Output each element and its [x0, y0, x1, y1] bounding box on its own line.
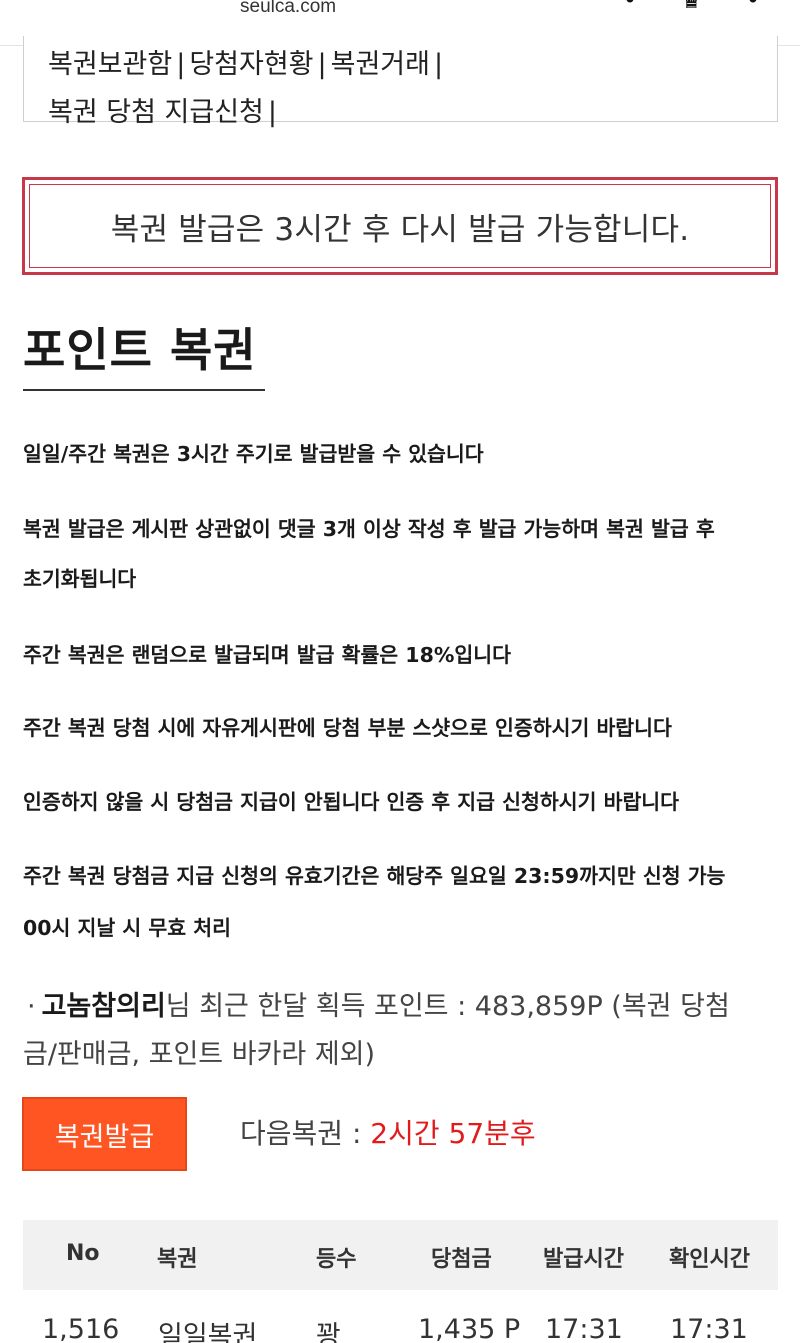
cell-prize: 1,435 P	[418, 1314, 521, 1343]
title-underline	[23, 389, 265, 391]
next-lottery-label: 다음복권 :	[240, 1117, 371, 1150]
column-header-prize: 당첨금	[431, 1247, 492, 1272]
rule-text: 초기화됩니다	[23, 567, 137, 591]
points-summary-text: 님 최근 한달 획득 포인트 : 483,859P (복권 당첨	[165, 991, 730, 1022]
cell-rank: 꽝	[316, 1321, 341, 1343]
menu-separator: |	[434, 49, 444, 80]
site-domain: seulca.com	[240, 0, 337, 17]
sub-menu: 복권보관함 | 당첨자현황 | 복권거래 | 복권 당첨 지급신청 |	[23, 36, 778, 128]
cell-issued-time: 17:31	[545, 1314, 623, 1343]
header-icons: • ♛ •	[623, 0, 760, 14]
points-summary: · 고놈참의리님 최근 한달 획득 포인트 : 483,859P (복권 당첨	[23, 984, 783, 1023]
column-header-checked-time: 확인시간	[669, 1247, 750, 1272]
menu-item-winners[interactable]: 당첨자현황	[189, 49, 313, 80]
notice-box: 복권 발급은 3시간 후 다시 발급 가능합니다.	[22, 177, 778, 275]
column-header-no: No	[66, 1241, 100, 1266]
user-icon[interactable]: •	[623, 0, 637, 14]
rule-text: 일일/주간 복권은 3시간 주기로 발급받을 수 있습니다	[23, 442, 484, 466]
crown-icon[interactable]: ♛	[681, 0, 703, 14]
page-title: 포인트 복권	[23, 323, 257, 377]
rule-text: 00시 지날 시 무효 처리	[23, 916, 231, 940]
sub-menu-row: 복권 당첨 지급신청 |	[48, 90, 281, 129]
next-lottery-countdown: 2시간 57분후	[370, 1117, 536, 1150]
menu-item-payout-request[interactable]: 복권 당첨 지급신청	[48, 97, 264, 128]
rule-text: 주간 복권은 랜덤으로 발급되며 발급 확률은 18%입니다	[23, 643, 511, 667]
menu-separator: |	[267, 97, 277, 128]
menu-separator: |	[176, 49, 186, 80]
menu-separator: |	[317, 49, 327, 80]
cell-lottery: 일일복권	[158, 1321, 258, 1343]
menu-icon[interactable]: •	[746, 0, 760, 14]
table-header: No 복권 등수 당첨금 발급시간 확인시간	[23, 1220, 778, 1290]
bullet: ·	[27, 991, 36, 1022]
sub-menu-row: 복권보관함 | 당첨자현황 | 복권거래 |	[48, 42, 447, 81]
notice-inner: 복권 발급은 3시간 후 다시 발급 가능합니다.	[29, 184, 771, 268]
cell-checked-time: 17:31	[670, 1314, 748, 1343]
column-header-issued-time: 발급시간	[543, 1247, 624, 1272]
points-summary-cont: 금/판매금, 포인트 바카라 제외)	[23, 1039, 376, 1070]
rule-text: 주간 복권 당첨 시에 자유게시판에 당첨 부분 스샷으로 인증하시기 바랍니다	[23, 716, 672, 740]
column-header-lottery: 복권	[157, 1247, 198, 1272]
menu-item-lottery-storage[interactable]: 복권보관함	[48, 49, 172, 80]
menu-item-lottery-trade[interactable]: 복권거래	[331, 49, 430, 80]
column-header-rank: 등수	[316, 1247, 357, 1272]
next-lottery-info: 다음복권 : 2시간 57분후	[240, 1112, 536, 1152]
issue-lottery-button[interactable]: 복권발급	[22, 1097, 187, 1171]
cell-no: 1,516	[42, 1314, 120, 1343]
rule-text: 인증하지 않을 시 당첨금 지급이 안됩니다 인증 후 지급 신청하시기 바랍니…	[23, 790, 680, 814]
username: 고놈참의리	[41, 991, 166, 1022]
notice-text: 복권 발급은 3시간 후 다시 발급 가능합니다.	[110, 211, 690, 248]
